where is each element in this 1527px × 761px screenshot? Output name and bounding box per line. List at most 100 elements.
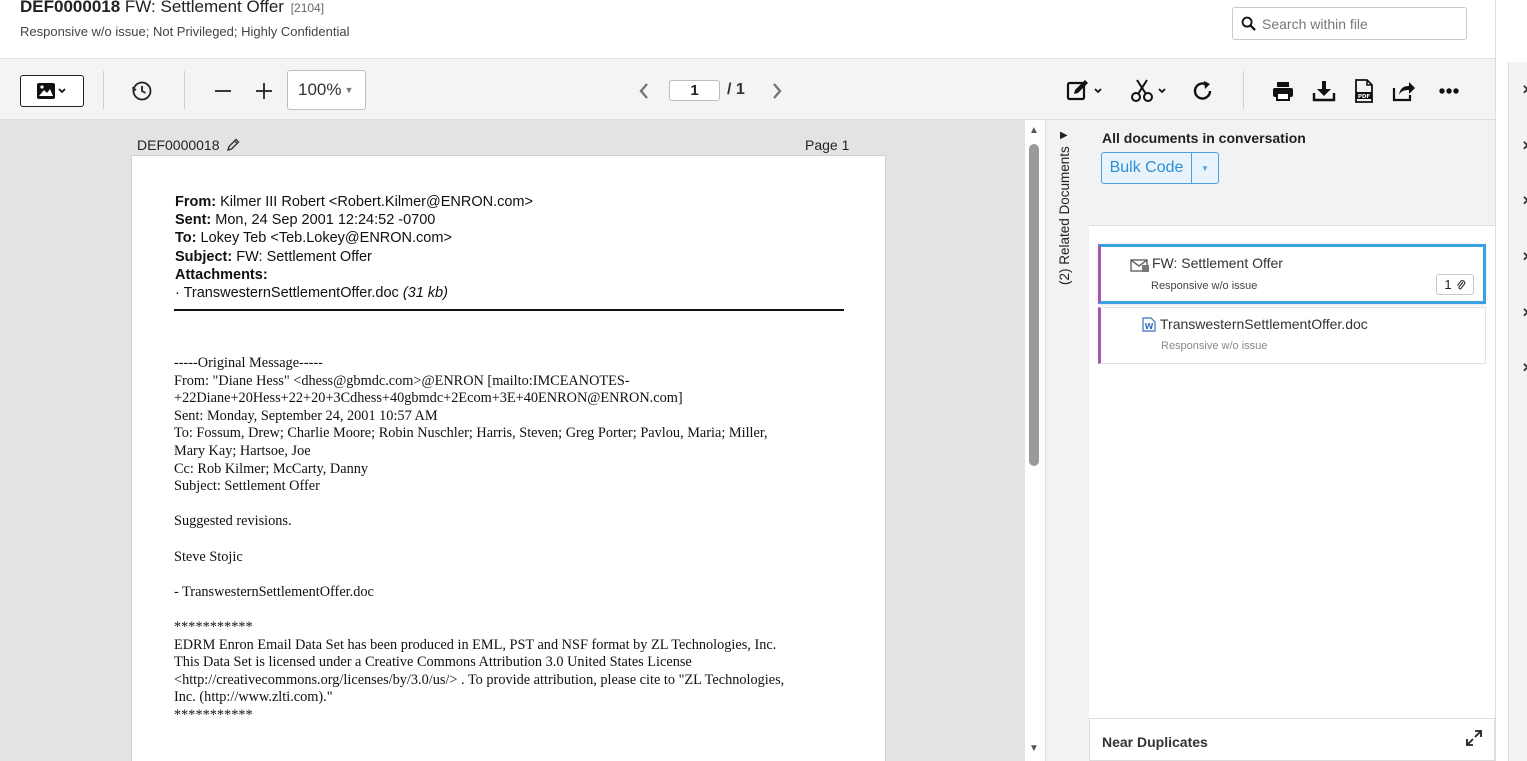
bulk-code-button[interactable]: Bulk Code ▼	[1101, 152, 1219, 184]
header-value: Lokey Teb <Teb.Lokey@ENRON.com>	[200, 230, 452, 247]
body-line: ***********	[174, 706, 253, 723]
more-options-button[interactable]	[1437, 81, 1461, 101]
conversation-panel-header: All documents in conversation Bulk Code …	[1089, 120, 1495, 226]
right-edge-rail: ✕ ✕ ✕ ✕ ✕ ✕	[1508, 62, 1527, 761]
email-attachment-icon	[1130, 259, 1149, 272]
current-page-input[interactable]: 1	[669, 80, 720, 101]
zoom-in-button[interactable]	[253, 80, 275, 102]
bulk-code-label[interactable]: Bulk Code	[1102, 153, 1192, 183]
conversation-panel: All documents in conversation Bulk Code …	[1089, 120, 1495, 761]
conversation-item-status: Responsive w/o issue	[1151, 280, 1258, 292]
document-page: From: Kilmer III Robert <Robert.Kilmer@E…	[131, 155, 886, 761]
body-blank-line	[174, 531, 834, 549]
viewer-toolbar: 100% ▼ 1 / 1 PDF	[0, 58, 1495, 120]
toolbar-divider	[1243, 71, 1244, 109]
header-label: Attachments:	[175, 266, 268, 283]
redact-icon	[1131, 79, 1166, 102]
chevron-down-icon: ▼	[344, 85, 354, 95]
close-icon[interactable]: ✕	[1522, 193, 1527, 209]
print-icon	[1273, 82, 1293, 101]
body-blank-line	[174, 496, 834, 514]
pdf-icon: PDF	[1355, 79, 1373, 103]
share-button[interactable]	[1391, 79, 1417, 103]
body-line: Subject: Settlement Offer	[174, 478, 320, 495]
print-button[interactable]	[1270, 79, 1296, 103]
rotate-icon	[1193, 81, 1212, 100]
header-value: Kilmer III Robert <Robert.Kilmer@ENRON.c…	[220, 194, 533, 210]
header-value: FW: Settlement Offer	[236, 248, 372, 265]
close-icon[interactable]: ✕	[1522, 360, 1527, 376]
pencil-icon[interactable]	[226, 138, 240, 152]
next-page-button[interactable]	[767, 81, 787, 101]
attachment-line: · TranswesternSettlementOffer.doc (31 kb…	[175, 284, 533, 302]
attachment-count-badge[interactable]: 1	[1436, 274, 1474, 295]
page-number-label: Page 1	[805, 137, 850, 153]
body-blank-line	[174, 566, 834, 584]
body-line: EDRM Enron Email Data Set has been produ…	[174, 636, 777, 653]
svg-text:W: W	[1145, 322, 1154, 331]
related-documents-tab[interactable]: ▶ (2) Related Documents	[1045, 120, 1089, 761]
expand-icon[interactable]	[1465, 729, 1483, 747]
body-blank-line	[174, 601, 834, 619]
share-icon	[1392, 82, 1415, 102]
download-icon	[1312, 81, 1336, 102]
conversation-item-status: Responsive w/o issue	[1161, 340, 1268, 352]
conversation-title: All documents in conversation	[1102, 130, 1306, 146]
document-id: DEF0000018	[20, 0, 121, 16]
close-icon[interactable]: ✕	[1522, 305, 1527, 321]
image-view-icon	[37, 83, 66, 99]
viewer-scrollbar[interactable]: ▲ ▼	[1025, 120, 1045, 761]
body-line: - TranswesternSettlementOffer.doc	[174, 583, 374, 600]
attachment-size: (31 kb)	[402, 285, 448, 302]
body-line: Mary Kay; Hartsoe, Joe	[174, 442, 311, 459]
near-duplicates-section[interactable]: Near Duplicates	[1089, 718, 1495, 761]
total-pages: / 1	[727, 81, 745, 98]
download-button[interactable]	[1311, 79, 1337, 103]
collapse-arrow-icon[interactable]: ▶	[1060, 130, 1068, 141]
zoom-value: 100%	[298, 80, 342, 99]
close-icon[interactable]: ✕	[1522, 138, 1527, 154]
conversation-item-email[interactable]: FW: Settlement Offer Responsive w/o issu…	[1098, 244, 1486, 304]
toolbar-divider	[184, 71, 185, 109]
history-button[interactable]	[130, 79, 154, 103]
chevron-down-icon[interactable]: ▼	[1192, 153, 1218, 183]
email-body: -----Original Message----- From: "Diane H…	[174, 355, 834, 724]
body-line: Inc. (http://www.zlti.com)."	[174, 689, 333, 706]
search-within-file[interactable]	[1232, 7, 1467, 40]
paperclip-icon	[1456, 279, 1465, 289]
header-divider	[174, 309, 844, 311]
svg-text:PDF: PDF	[1358, 94, 1371, 100]
zoom-select[interactable]: 100% ▼	[287, 70, 366, 110]
right-edge-panel: ✕ ✕ ✕ ✕ ✕ ✕	[1495, 0, 1527, 761]
annotate-button[interactable]	[1064, 77, 1108, 105]
scroll-down-icon[interactable]: ▼	[1029, 743, 1039, 754]
zoom-out-button[interactable]	[212, 80, 234, 102]
pdf-button[interactable]: PDF	[1352, 78, 1376, 104]
near-duplicates-label: Near Duplicates	[1102, 734, 1208, 750]
prev-page-button[interactable]	[634, 81, 654, 101]
email-header: From: Kilmer III Robert <Robert.Kilmer@E…	[175, 193, 533, 302]
coding-summary: Responsive w/o issue; Not Privileged; Hi…	[20, 24, 350, 39]
attachment-count: 1	[1444, 277, 1452, 292]
conversation-item-attachment[interactable]: W TranswesternSettlementOffer.doc Respon…	[1098, 307, 1486, 364]
email-header-line: To: Lokey Teb <Teb.Lokey@ENRON.com>	[175, 229, 533, 247]
close-icon[interactable]: ✕	[1522, 249, 1527, 265]
conversation-item-name: TranswesternSettlementOffer.doc	[1160, 316, 1368, 332]
zoom-in-icon	[256, 83, 272, 99]
body-line: To: Fossum, Drew; Charlie Moore; Robin N…	[174, 425, 768, 442]
annotate-icon	[1066, 80, 1102, 101]
body-line: This Data Set is licensed under a Creati…	[174, 654, 692, 671]
body-line: From: "Diane Hess" <dhess@gbmdc.com>@ENR…	[174, 372, 630, 389]
scroll-up-icon[interactable]: ▲	[1029, 125, 1039, 136]
body-line: -----Original Message-----	[174, 355, 323, 371]
close-icon[interactable]: ✕	[1522, 82, 1527, 98]
rotate-button[interactable]	[1190, 78, 1216, 104]
scrollbar-thumb[interactable]	[1029, 144, 1039, 466]
image-view-button[interactable]	[20, 75, 84, 107]
related-documents-label: (2) Related Documents	[1057, 146, 1072, 285]
redact-button[interactable]	[1128, 77, 1172, 105]
body-line: Steve Stojic	[174, 548, 243, 565]
viewer-doc-label: DEF0000018	[137, 137, 240, 153]
search-input[interactable]	[1262, 15, 1452, 32]
viewer-doc-id: DEF0000018	[137, 137, 220, 153]
